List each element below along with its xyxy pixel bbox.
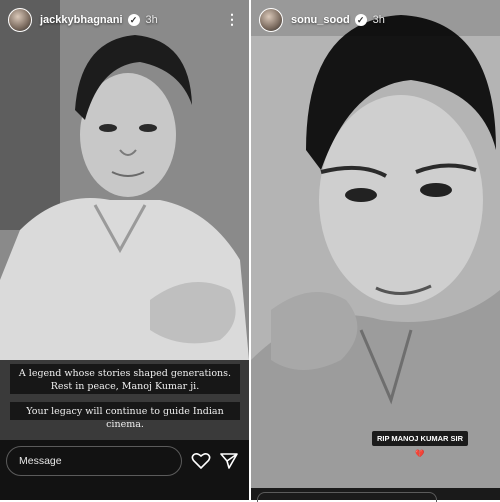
avatar[interactable]: [259, 8, 283, 32]
left-story-header: jackkybhagnani ✓ 3h ⋮: [0, 0, 249, 40]
left-story-panel: jackkybhagnani ✓ 3h ⋮ A legend whose sto…: [0, 0, 249, 500]
verified-badge-icon: ✓: [354, 14, 367, 26]
timestamp: 3h: [372, 14, 385, 26]
right-story-photo: [251, 0, 500, 488]
avatar[interactable]: [8, 8, 32, 32]
right-message-composer: [251, 488, 500, 502]
username[interactable]: jackkybhagnani: [40, 14, 123, 26]
broken-heart-icon: 💔: [415, 449, 425, 458]
sticker-text: RIP MANOJ KUMAR SIR: [376, 434, 464, 443]
caption-line-1: A legend whose stories shaped generation…: [10, 364, 240, 394]
message-input[interactable]: Message: [6, 446, 182, 476]
right-story-panel: sonu_sood ✓ 3h: [251, 0, 500, 500]
more-options-icon[interactable]: ⋮: [225, 12, 239, 26]
timestamp: 3h: [145, 14, 158, 26]
send-icon[interactable]: [220, 452, 238, 470]
username[interactable]: sonu_sood: [291, 14, 350, 26]
verified-badge-icon: ✓: [127, 14, 140, 26]
caption-line-2: Your legacy will continue to guide India…: [10, 402, 240, 430]
right-story-header: sonu_sood ✓ 3h: [251, 0, 500, 40]
portrait-illustration: [251, 0, 500, 488]
rip-sticker: RIP MANOJ KUMAR SIR 💔: [372, 431, 468, 458]
message-input[interactable]: [257, 492, 437, 502]
heart-icon[interactable]: [191, 452, 211, 470]
